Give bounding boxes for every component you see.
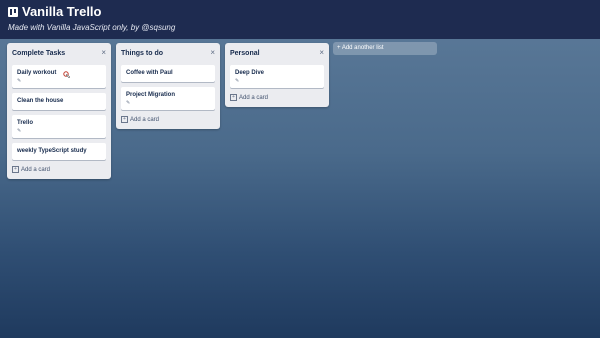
list-header: Personal × bbox=[225, 43, 329, 65]
add-card-button[interactable]: + Add a card bbox=[121, 115, 215, 125]
list-header: Complete Tasks × bbox=[7, 43, 111, 65]
card[interactable]: Project Migration ✎ bbox=[121, 87, 215, 110]
list-title[interactable]: Complete Tasks bbox=[12, 49, 65, 58]
plus-icon: + bbox=[230, 93, 237, 101]
plus-icon: + bbox=[121, 115, 128, 123]
add-card-label: Add a card bbox=[130, 117, 160, 123]
list-complete-tasks: Complete Tasks × Daily workout ✎ Clean t… bbox=[7, 43, 111, 179]
list-things-to-do: Things to do × Coffee with Paul Project … bbox=[116, 43, 220, 129]
card[interactable]: Clean the house bbox=[12, 93, 106, 110]
close-list-icon[interactable]: × bbox=[101, 48, 106, 57]
list-title[interactable]: Things to do bbox=[121, 49, 163, 58]
list-header: Things to do × bbox=[116, 43, 220, 65]
list-personal: Personal × Deep Dive ✎ + Add a card bbox=[225, 43, 329, 107]
trello-logo-icon bbox=[8, 7, 18, 17]
add-list-button[interactable]: + Add another list bbox=[333, 42, 437, 55]
app-subtitle: Made with Vanilla JavaScript only, by @s… bbox=[8, 23, 176, 32]
card[interactable]: Deep Dive ✎ bbox=[230, 65, 324, 88]
app-title: Vanilla Trello bbox=[22, 4, 102, 19]
card-title: weekly TypeScript study bbox=[17, 148, 87, 154]
add-card-label: Add a card bbox=[21, 167, 51, 173]
card-title: Project Migration bbox=[126, 92, 176, 98]
card-title: Daily workout bbox=[17, 70, 57, 76]
card[interactable]: weekly TypeScript study bbox=[12, 143, 106, 160]
card-title: Coffee with Paul bbox=[126, 70, 173, 76]
card-title: Clean the house bbox=[17, 98, 64, 104]
plus-icon: + bbox=[12, 165, 19, 173]
edit-icon[interactable]: ✎ bbox=[17, 128, 101, 135]
card-title: Trello bbox=[17, 120, 34, 126]
edit-icon[interactable]: ✎ bbox=[235, 78, 319, 85]
list-title[interactable]: Personal bbox=[230, 49, 260, 58]
app-header: Vanilla Trello Made with Vanilla JavaScr… bbox=[0, 0, 600, 39]
add-card-button[interactable]: + Add a card bbox=[12, 165, 106, 175]
card[interactable]: Daily workout ✎ bbox=[12, 65, 106, 88]
card[interactable]: Trello ✎ bbox=[12, 115, 106, 138]
add-card-label: Add a card bbox=[239, 95, 269, 101]
edit-icon[interactable]: ✎ bbox=[126, 100, 210, 107]
add-card-button[interactable]: + Add a card bbox=[230, 93, 324, 103]
edit-icon[interactable]: ✎ bbox=[17, 78, 101, 85]
card-title: Deep Dive bbox=[235, 70, 265, 76]
close-list-icon[interactable]: × bbox=[319, 48, 324, 57]
card[interactable]: Coffee with Paul bbox=[121, 65, 215, 82]
hand-pointer-icon bbox=[63, 71, 71, 79]
close-list-icon[interactable]: × bbox=[210, 48, 215, 57]
